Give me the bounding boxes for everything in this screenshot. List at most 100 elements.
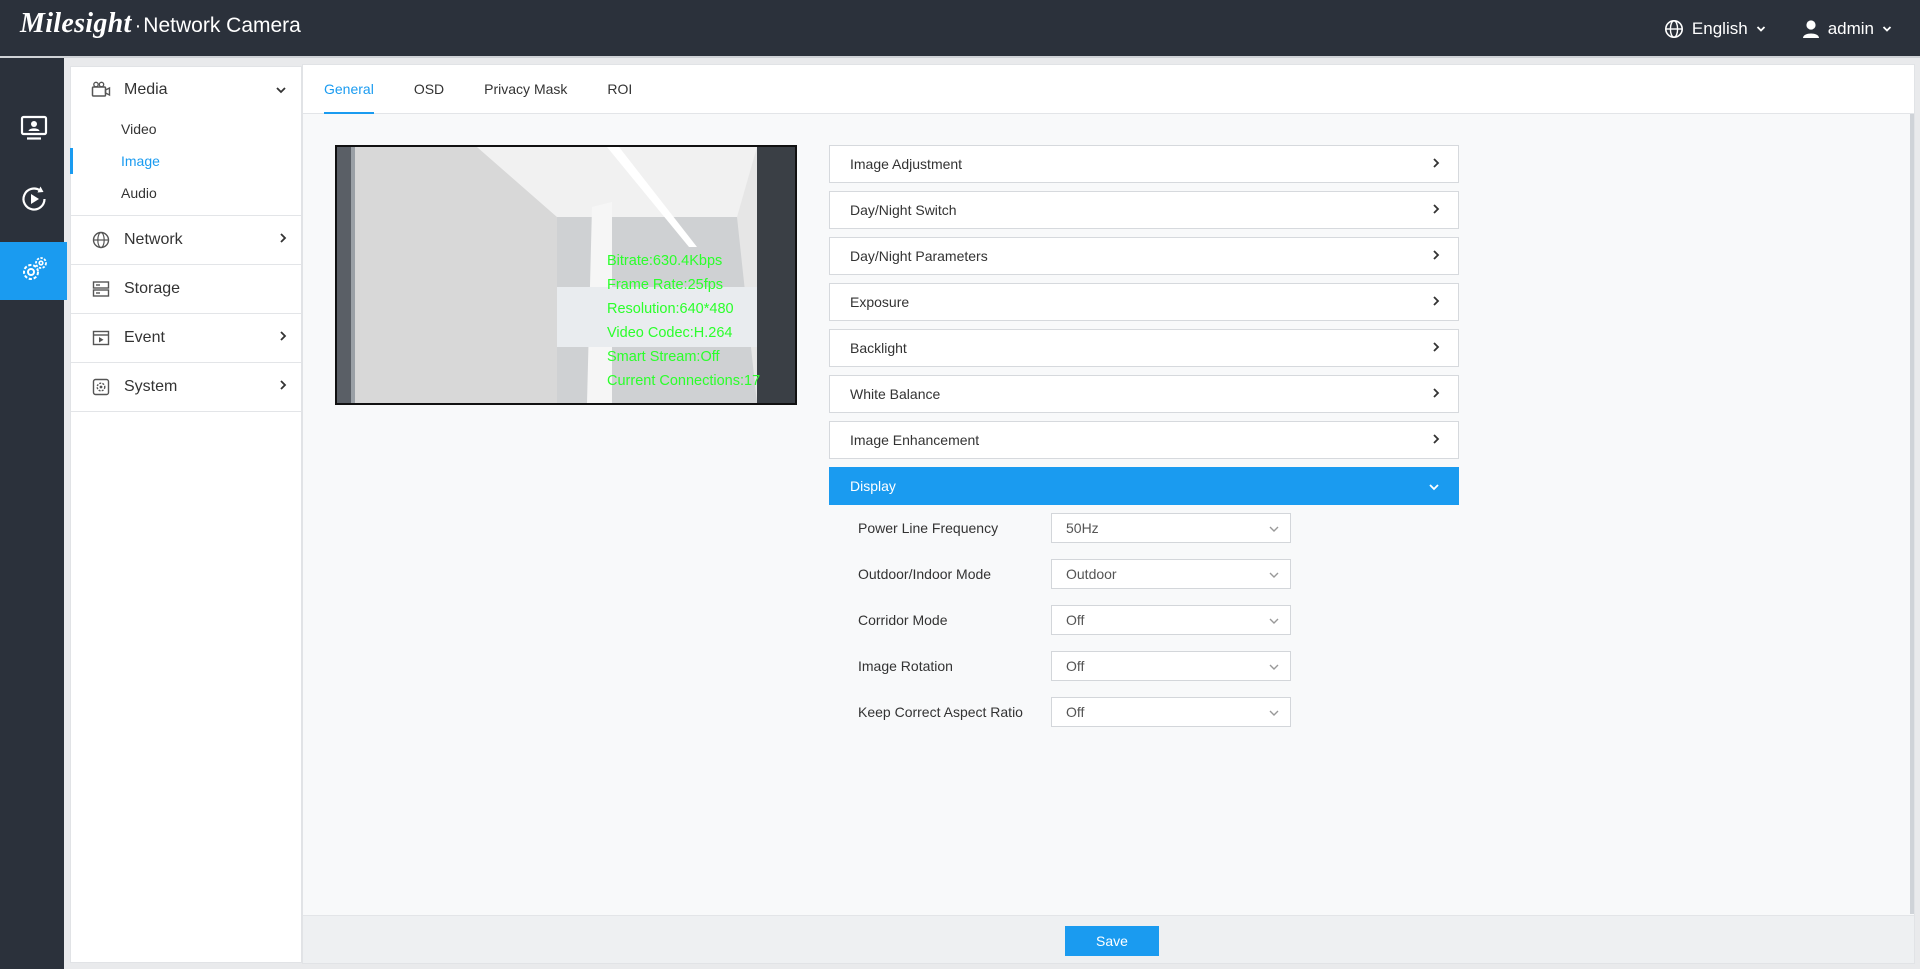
menu-label-event: Event (124, 329, 165, 346)
chevron-right-icon (279, 378, 287, 396)
osd-line: Resolution:640*480 (607, 301, 734, 317)
menu-group-media: Media Video Image Audio (70, 67, 301, 216)
chevron-right-icon (279, 329, 287, 347)
field-label: Corridor Mode (858, 612, 948, 628)
user-icon (1802, 19, 1820, 39)
menu-label-system: System (124, 378, 178, 395)
chevron-right-icon (1432, 156, 1440, 172)
osd-line: Frame Rate:25fps (607, 277, 724, 293)
playback-button[interactable] (0, 171, 67, 229)
chevron-down-icon (1428, 478, 1440, 494)
settings-button[interactable] (0, 242, 67, 300)
chevron-right-icon (1432, 294, 1440, 310)
menu-group-storage: Storage (71, 265, 301, 314)
live-view-icon (20, 115, 48, 144)
chevron-right-icon (279, 231, 287, 249)
user-label: admin (1827, 19, 1874, 38)
menu-subitem-video[interactable]: Video (71, 113, 301, 145)
section-backlight[interactable]: Backlight (829, 329, 1459, 367)
keep-correct-aspect-ratio-select[interactable]: Off (1051, 697, 1291, 727)
logo-brand: Milesight (20, 8, 132, 39)
section-image-enhancement[interactable]: Image Enhancement (829, 421, 1459, 459)
system-icon (91, 377, 111, 397)
chevron-down-icon (1756, 25, 1766, 33)
content-panel: General OSD Privacy Mask ROI Bitrate:630… (302, 64, 1915, 964)
select-value: Off (1066, 704, 1085, 720)
section-label: White Balance (850, 386, 941, 402)
top-bar: Milesight · Network Camera English admin (0, 0, 1920, 58)
chevron-down-icon (1268, 704, 1280, 720)
osd-line: Smart Stream:Off (607, 349, 720, 365)
section-label: Day/Night Switch (850, 202, 957, 218)
section-day-night-switch[interactable]: Day/Night Switch (829, 191, 1459, 229)
image-settings-accordion: Image Adjustment Day/Night Switch Day/Ni… (829, 145, 1459, 513)
section-exposure[interactable]: Exposure (829, 283, 1459, 321)
save-button[interactable]: Save (1065, 926, 1159, 956)
tab-bar: General OSD Privacy Mask ROI (303, 65, 1914, 114)
section-label: Image Adjustment (850, 156, 963, 172)
osd-line: Current Connections:17 (607, 373, 761, 389)
settings-menu: Media Video Image Audio Network Storage … (70, 66, 302, 963)
section-label: Display (850, 478, 896, 494)
chevron-down-icon (1882, 25, 1892, 33)
tab-general[interactable]: General (324, 65, 394, 114)
menu-label-media: Media (124, 81, 168, 98)
live-view-button[interactable] (0, 100, 67, 158)
chevron-right-icon (1432, 248, 1440, 264)
menu-subitem-audio[interactable]: Audio (71, 177, 301, 209)
chevron-right-icon (1432, 202, 1440, 218)
scrollbar[interactable] (1910, 114, 1914, 914)
menu-item-media[interactable]: Media (71, 67, 301, 113)
icon-sidebar (0, 58, 67, 969)
form-row-keep-correct-aspect-ratio: Keep Correct Aspect Ratio Off (858, 697, 1318, 727)
outdoor-indoor-mode-select[interactable]: Outdoor (1051, 559, 1291, 589)
section-image-adjustment[interactable]: Image Adjustment (829, 145, 1459, 183)
chevron-down-icon (1268, 520, 1280, 536)
chevron-right-icon (1432, 340, 1440, 356)
select-value: Off (1066, 612, 1085, 628)
section-day-night-parameters[interactable]: Day/Night Parameters (829, 237, 1459, 275)
power-line-frequency-select[interactable]: 50Hz (1051, 513, 1291, 543)
camera-icon (91, 80, 111, 100)
logo: Milesight · Network Camera (20, 8, 301, 40)
tab-osd[interactable]: OSD (394, 65, 464, 113)
chevron-down-icon (1268, 658, 1280, 674)
live-preview: Bitrate:630.4Kbps Frame Rate:25fps Resol… (335, 145, 797, 405)
user-menu[interactable]: admin (1802, 19, 1892, 39)
chevron-right-icon (1432, 432, 1440, 448)
form-row-corridor-mode: Corridor Mode Off (858, 605, 1318, 635)
image-rotation-select[interactable]: Off (1051, 651, 1291, 681)
tab-roi[interactable]: ROI (587, 65, 652, 113)
globe-icon (1664, 19, 1684, 39)
storage-icon (91, 279, 111, 299)
section-label: Day/Night Parameters (850, 248, 988, 264)
logo-separator: · (134, 15, 142, 37)
section-label: Backlight (850, 340, 907, 356)
select-value: Outdoor (1066, 566, 1117, 582)
osd-line: Video Codec:H.264 (607, 325, 733, 341)
menu-item-system[interactable]: System (71, 363, 301, 411)
form-row-power-line-frequency: Power Line Frequency 50Hz (858, 513, 1318, 543)
menu-label-network: Network (124, 231, 183, 248)
osd-line: Bitrate:630.4Kbps (607, 253, 723, 269)
select-value: Off (1066, 658, 1085, 674)
section-display[interactable]: Display (829, 467, 1459, 505)
select-value: 50Hz (1066, 520, 1099, 536)
language-label: English (1691, 19, 1748, 38)
menu-subitem-image[interactable]: Image (70, 145, 301, 177)
language-selector[interactable]: English (1664, 19, 1766, 39)
settings-icon (19, 255, 49, 288)
menu-item-event[interactable]: Event (71, 314, 301, 362)
footer-bar: Save (303, 915, 1914, 963)
playback-icon (20, 185, 48, 216)
form-row-image-rotation: Image Rotation Off (858, 651, 1318, 681)
section-label: Exposure (850, 294, 910, 310)
menu-item-storage[interactable]: Storage (71, 265, 301, 313)
tab-privacy-mask[interactable]: Privacy Mask (464, 65, 587, 113)
menu-group-network: Network (71, 216, 301, 265)
menu-item-network[interactable]: Network (71, 216, 301, 264)
corridor-mode-select[interactable]: Off (1051, 605, 1291, 635)
field-label: Outdoor/Indoor Mode (858, 566, 992, 582)
menu-group-system: System (71, 363, 301, 412)
section-white-balance[interactable]: White Balance (829, 375, 1459, 413)
